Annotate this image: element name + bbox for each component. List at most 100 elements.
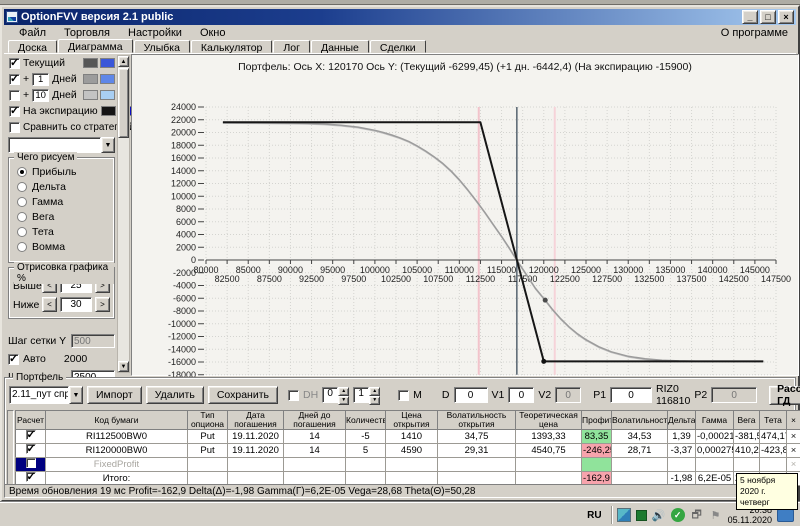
current-color1-swatch[interactable] <box>83 58 98 68</box>
sidebar-scrollbar[interactable]: ▲ ▼ <box>117 55 130 373</box>
plus1-days-input[interactable] <box>32 72 50 86</box>
calculate-button[interactable]: Рассчитать ГД <box>769 383 800 407</box>
scroll-down-icon[interactable]: ▼ <box>118 361 129 372</box>
tray-flag-icon[interactable]: ⚑ <box>709 508 723 522</box>
v2-input[interactable] <box>555 387 582 403</box>
tab-диаграмма[interactable]: Диаграмма <box>57 39 133 53</box>
below-decrease-button[interactable]: < <box>42 297 57 312</box>
expiration-color1-swatch[interactable] <box>100 106 116 116</box>
preset-combo[interactable]: 2.11_пут спре ▼ <box>9 386 83 404</box>
p2-input[interactable] <box>711 387 758 403</box>
grid-step-y-input[interactable] <box>71 334 115 348</box>
col-header-12[interactable]: Гамма <box>695 410 734 430</box>
language-indicator[interactable]: RU <box>587 510 601 521</box>
dh-spin1[interactable]: 0 ▲ ▼ <box>322 387 350 405</box>
scroll-up-icon[interactable]: ▲ <box>118 56 129 67</box>
plus10-days-input[interactable] <box>32 88 50 102</box>
row-calc-checkbox[interactable] <box>25 472 36 483</box>
below-increase-button[interactable]: > <box>95 297 110 312</box>
tray-green-square-icon[interactable] <box>635 509 647 521</box>
strategy-combo-arrow-icon[interactable]: ▼ <box>101 137 115 153</box>
table-row-1[interactable]: RI120000BW0Put19.11.2020145459029,314540… <box>15 443 800 458</box>
menu-3[interactable]: Настройки <box>119 27 191 39</box>
delete-row-button[interactable]: × <box>786 429 800 444</box>
p1-input[interactable] <box>610 387 653 403</box>
delete-row-button[interactable]: × <box>786 443 800 458</box>
col-header-15[interactable]: × <box>786 410 800 430</box>
col-header-7[interactable]: Волатильность открытия <box>437 410 516 430</box>
expiration-checkbox[interactable] <box>9 104 20 117</box>
plus10-checkbox[interactable] <box>9 89 20 101</box>
tab-улыбка[interactable]: Улыбка <box>133 40 190 54</box>
row-calc-checkbox[interactable] <box>25 430 36 441</box>
plus1-color1-swatch[interactable] <box>83 74 98 84</box>
compare-strategy-checkbox[interactable] <box>9 121 20 133</box>
col-header-14[interactable]: Тета <box>759 410 787 430</box>
delete-button[interactable]: Удалить <box>145 386 204 404</box>
scrollbar-thumb[interactable] <box>118 68 129 138</box>
radio-прибыль[interactable] <box>17 166 27 177</box>
save-button[interactable]: Сохранить <box>207 386 278 404</box>
row-calc-checkbox[interactable] <box>25 458 36 468</box>
maximize-button[interactable]: □ <box>760 10 776 24</box>
col-header-0[interactable]: Расчет <box>15 410 46 430</box>
d-input[interactable] <box>453 387 488 403</box>
taskbar[interactable]: RU 🔊 ✓ 🗗 ⚑ 20:38 05.11.2020 <box>0 502 800 526</box>
col-header-2[interactable]: Тип опциона <box>187 410 228 430</box>
radio-гамма[interactable] <box>17 196 27 207</box>
tray-window-icon[interactable]: 🗗 <box>690 508 704 522</box>
calc-cell[interactable] <box>15 457 46 472</box>
show-desktop-button[interactable] <box>777 508 794 522</box>
calc-cell[interactable] <box>15 443 46 458</box>
menu-4[interactable]: Окно <box>191 27 235 39</box>
current-checkbox[interactable] <box>9 56 20 69</box>
import-button[interactable]: Импорт <box>87 386 142 404</box>
plus1-checkbox[interactable] <box>9 72 20 85</box>
current-color2-swatch[interactable] <box>100 58 115 68</box>
radio-вомма[interactable] <box>17 241 27 252</box>
row-calc-checkbox[interactable] <box>25 444 36 455</box>
dh-spin2[interactable]: 1 ▲ ▼ <box>353 387 381 405</box>
col-header-6[interactable]: Цена открытия <box>385 410 438 430</box>
update-check-icon[interactable]: ✓ <box>670 508 685 522</box>
plus10-color2-swatch[interactable] <box>100 90 115 100</box>
title-bar[interactable]: OptionFVV версия 2.1 public _ □ × <box>4 9 796 25</box>
delete-row-button[interactable]: × <box>786 457 800 472</box>
menu-about[interactable]: О программе <box>721 27 796 39</box>
plus10-color1-swatch[interactable] <box>83 90 98 100</box>
tab-лог[interactable]: Лог <box>273 40 310 54</box>
preset-combo-arrow-icon[interactable]: ▼ <box>69 386 83 404</box>
col-header-9[interactable]: Профит <box>581 410 612 430</box>
auto-checkbox[interactable] <box>8 352 19 365</box>
table-row-0[interactable]: RI112500BW0Put19.11.202014-5141034,75139… <box>15 429 800 444</box>
tray-app-icon[interactable] <box>616 508 631 522</box>
col-header-4[interactable]: Дней до погашения <box>283 410 346 430</box>
strategy-combo[interactable]: ▼ <box>8 137 115 153</box>
col-header-1[interactable]: Код бумаги <box>45 410 188 430</box>
close-button[interactable]: × <box>778 10 794 24</box>
volume-icon[interactable]: 🔊 <box>652 508 666 522</box>
tab-калькулятор[interactable]: Калькулятор <box>190 40 273 54</box>
v1-input[interactable] <box>508 387 535 403</box>
dh-checkbox[interactable] <box>288 389 299 401</box>
col-header-3[interactable]: Дата погашения <box>227 410 284 430</box>
tab-данные[interactable]: Данные <box>310 40 369 54</box>
radio-дельта[interactable] <box>17 181 27 192</box>
radio-тета[interactable] <box>17 226 27 237</box>
table-row-2[interactable]: FixedProfit × <box>15 457 800 472</box>
tab-доска[interactable]: Доска <box>8 40 57 54</box>
menu-2[interactable]: Торговля <box>55 27 119 39</box>
col-header-13[interactable]: Вега <box>733 410 760 430</box>
minimize-button[interactable]: _ <box>742 10 758 24</box>
calc-cell[interactable] <box>15 429 46 444</box>
col-header-10[interactable]: Волатильность <box>611 410 668 430</box>
col-header-11[interactable]: Дельта <box>667 410 696 430</box>
plus1-color2-swatch[interactable] <box>100 74 115 84</box>
col-header-8[interactable]: Теоретическая цена <box>515 410 582 430</box>
m-checkbox[interactable] <box>398 389 410 401</box>
col-header-5[interactable]: Количество <box>345 410 386 430</box>
radio-вега[interactable] <box>17 211 27 222</box>
payoff-chart[interactable]: -18000 -16000 -14000 -12000 -10000 -8000 -6000… <box>134 77 798 377</box>
tab-сделки[interactable]: Сделки <box>369 40 426 54</box>
menu-1[interactable]: Файл <box>10 27 55 39</box>
